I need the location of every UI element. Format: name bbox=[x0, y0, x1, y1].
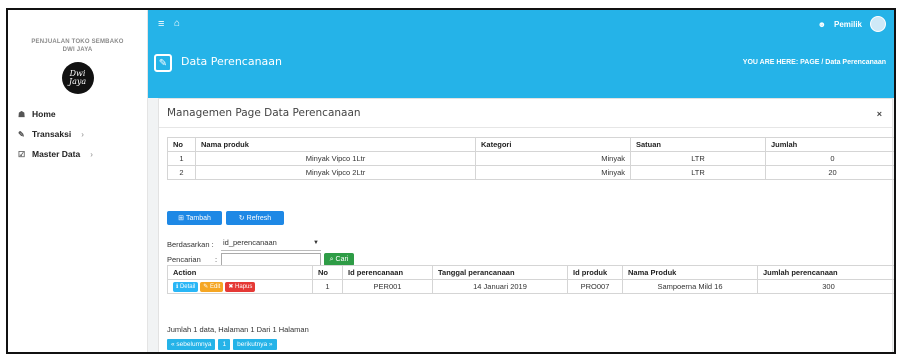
detail-label: Detail bbox=[179, 284, 196, 290]
logo: Dwi Jaya bbox=[61, 62, 94, 94]
sidebar-item-label: Master Data bbox=[32, 149, 81, 159]
refresh-icon: ↻ bbox=[238, 215, 245, 222]
cell-id-perencanaan: PER001 bbox=[342, 279, 433, 294]
column-header: Action bbox=[167, 265, 313, 280]
cell-no: 2 bbox=[167, 165, 196, 180]
table-header-row: No Nama produk Kategori Satuan Jumlah bbox=[167, 137, 894, 152]
filter-select[interactable]: id_perencanaan ▼ bbox=[221, 238, 321, 251]
cell-nama-produk: Sampoerna Mild 16 bbox=[622, 279, 758, 294]
divider bbox=[159, 127, 892, 128]
filter-by-label: Berdasarkan : bbox=[167, 240, 214, 249]
column-header: Id perencanaan bbox=[342, 265, 433, 280]
edit-icon: ☑ bbox=[18, 149, 26, 159]
action-cell: ℹ Detail ✎ Edit ✖ Hapus bbox=[167, 279, 313, 294]
sidebar-item-master-data[interactable]: ☑ Master Data › bbox=[8, 144, 147, 164]
delete-label: Hapus bbox=[235, 284, 253, 290]
page-header: ✎ Data Perencanaan YOU ARE HERE: PAGE / … bbox=[148, 40, 894, 98]
column-header: Nama Produk bbox=[622, 265, 758, 280]
sidebar-item-label: Transaksi bbox=[32, 129, 72, 139]
chevron-right-icon: › bbox=[90, 149, 93, 159]
breadcrumb-current: Data Perencanaan bbox=[825, 59, 886, 66]
cell-tanggal: 14 Januari 2019 bbox=[432, 279, 568, 294]
column-header: No bbox=[167, 137, 196, 152]
column-header: Kategori bbox=[475, 137, 631, 152]
cell-qty: 20 bbox=[765, 165, 894, 180]
page-title: Data Perencanaan bbox=[181, 55, 283, 68]
delete-button[interactable]: ✖ Hapus bbox=[225, 282, 256, 292]
page-1-button[interactable]: 1 bbox=[218, 339, 231, 350]
user-icon: ☻ bbox=[817, 19, 826, 29]
sidebar-menu: ☗ Home ✎ Transaksi › ☑ Master Data › bbox=[8, 104, 147, 164]
plus-icon: ⊞ bbox=[178, 215, 184, 222]
sidebar-item-transaksi[interactable]: ✎ Transaksi › bbox=[8, 124, 147, 144]
sidebar: PENJUALAN TOKO SEMBAKO DWI JAYA Dwi Jaya… bbox=[8, 10, 148, 352]
cell-category: Minyak bbox=[475, 165, 631, 180]
next-page-button[interactable]: berikutnya » bbox=[233, 339, 277, 350]
table-row: ℹ Detail ✎ Edit ✖ Hapus 1 PER001 14 Januar… bbox=[167, 279, 894, 294]
column-header: No bbox=[312, 265, 343, 280]
items-table: No Nama produk Kategori Satuan Jumlah 1 … bbox=[167, 137, 894, 180]
main-panel: Managemen Page Data Perencanaan × No Nam… bbox=[158, 98, 894, 352]
breadcrumb: YOU ARE HERE: PAGE / Data Perencanaan bbox=[743, 59, 886, 66]
column-header: Jumlah bbox=[765, 137, 894, 152]
close-icon[interactable]: × bbox=[877, 109, 882, 119]
edit-button[interactable]: ✎ Edit bbox=[200, 282, 224, 292]
brand-line-2: DWI JAYA bbox=[62, 47, 93, 53]
cell-no: 1 bbox=[167, 151, 196, 166]
column-header: Satuan bbox=[630, 137, 766, 152]
refresh-label: Refresh bbox=[246, 214, 272, 222]
column-header: Id produk bbox=[567, 265, 623, 280]
cell-product: Minyak Vipco 1Ltr bbox=[195, 151, 476, 166]
table-header-row: Action No Id perencanaan Tanggal peranca… bbox=[167, 265, 894, 280]
refresh-button[interactable]: ↻ Refresh bbox=[226, 211, 284, 225]
breadcrumb-page[interactable]: PAGE bbox=[800, 59, 819, 66]
cell-unit: LTR bbox=[630, 165, 766, 180]
edit-label: Edit bbox=[210, 284, 221, 290]
cell-no: 1 bbox=[312, 279, 343, 294]
chevron-right-icon: › bbox=[81, 129, 84, 139]
brand-line-1: PENJUALAN TOKO SEMBAKO bbox=[31, 39, 124, 45]
table-row: 1 Minyak Vipco 1Ltr Minyak LTR 0 bbox=[167, 151, 894, 166]
filter-select-value: id_perencanaan bbox=[223, 238, 277, 247]
avatar[interactable] bbox=[870, 16, 886, 32]
user-menu[interactable]: ☻ Pemilik bbox=[818, 16, 886, 32]
table-row: 2 Minyak Vipco 2Ltr Minyak LTR 20 bbox=[167, 165, 894, 180]
search-button-label: Cari bbox=[335, 256, 349, 263]
cell-product: Minyak Vipco 2Ltr bbox=[195, 165, 476, 180]
panel-title: Managemen Page Data Perencanaan bbox=[167, 107, 361, 119]
user-name: Pemilik bbox=[833, 19, 862, 29]
pencil-icon: ✎ bbox=[18, 129, 25, 139]
prev-page-button[interactable]: « sebelumnya bbox=[167, 339, 216, 350]
pencil-icon: ✎ bbox=[154, 54, 172, 72]
app-frame: PENJUALAN TOKO SEMBAKO DWI JAYA Dwi Jaya… bbox=[6, 8, 896, 354]
home-icon[interactable]: ⌂ bbox=[174, 18, 180, 29]
cell-category: Minyak bbox=[475, 151, 631, 166]
search-colon: : bbox=[215, 255, 218, 264]
search-label: Pencarian bbox=[167, 255, 201, 264]
top-navbar: ≡ ⌂ ☻ Pemilik bbox=[148, 10, 894, 40]
home-icon: ☗ bbox=[18, 109, 26, 119]
hamburger-icon[interactable]: ≡ bbox=[158, 18, 164, 30]
column-header: Tanggal perancanaan bbox=[432, 265, 568, 280]
sidebar-item-home[interactable]: ☗ Home bbox=[8, 104, 147, 124]
cell-id-produk: PRO007 bbox=[567, 279, 623, 294]
column-header: Jumlah perencanaan bbox=[757, 265, 894, 280]
detail-button[interactable]: ℹ Detail bbox=[173, 282, 199, 292]
add-button[interactable]: ⊞ Tambah bbox=[167, 211, 222, 225]
breadcrumb-prefix: YOU ARE HERE: bbox=[742, 59, 799, 66]
add-label: Tambah bbox=[185, 214, 211, 222]
breadcrumb-separator: / bbox=[821, 59, 824, 66]
plan-table: Action No Id perencanaan Tanggal peranca… bbox=[167, 265, 894, 294]
summary-text: Jumlah 1 data, Halaman 1 Dari 1 Halaman bbox=[167, 325, 309, 334]
cell-jumlah: 300 bbox=[757, 279, 894, 294]
pagination: « sebelumnya 1 berikutnya » bbox=[167, 339, 277, 350]
column-header: Nama produk bbox=[195, 137, 476, 152]
brand: PENJUALAN TOKO SEMBAKO DWI JAYA bbox=[8, 10, 147, 54]
cell-unit: LTR bbox=[630, 151, 766, 166]
search-icon: ⌕ bbox=[329, 255, 334, 263]
cell-qty: 0 bbox=[765, 151, 894, 166]
caret-down-icon: ▼ bbox=[313, 240, 319, 246]
sidebar-item-label: Home bbox=[32, 109, 56, 119]
